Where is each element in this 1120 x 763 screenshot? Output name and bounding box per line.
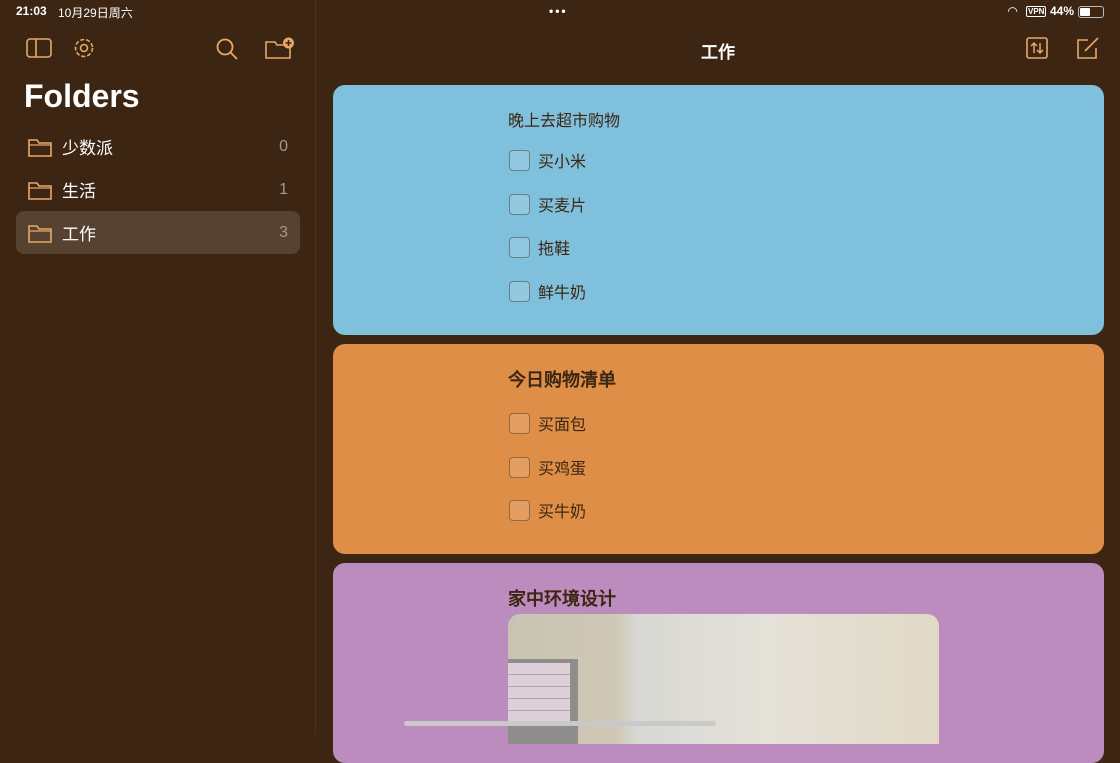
sidebar: Folders 少数派0 生活1 工作3	[0, 0, 316, 735]
note-title: 家中环境设计	[508, 585, 616, 611]
checkbox[interactable]	[509, 457, 530, 478]
compose-icon[interactable]	[1076, 36, 1100, 60]
checklist-item[interactable]: 买牛奶	[509, 498, 586, 522]
checklist-item[interactable]: 买鸡蛋	[509, 455, 586, 479]
multitask-dots-icon[interactable]: •••	[549, 4, 568, 18]
folder-item-work[interactable]: 工作3	[16, 211, 300, 254]
home-indicator[interactable]	[404, 721, 716, 726]
wifi-icon: ◠	[1008, 4, 1017, 18]
battery-icon	[1078, 6, 1104, 18]
note-title: 今日购物清单	[508, 366, 616, 392]
battery-percent: 44%	[1050, 4, 1074, 18]
header-title: 工作	[0, 38, 1120, 63]
checklist-item[interactable]: 买小米	[509, 148, 586, 172]
checklist-item[interactable]: 拖鞋	[509, 235, 570, 259]
checklist-item[interactable]: 鲜牛奶	[509, 279, 586, 303]
folder-icon	[28, 180, 52, 200]
sidebar-title: Folders	[24, 78, 140, 115]
note-card[interactable]: 今日购物清单 买面包 买鸡蛋 买牛奶	[333, 344, 1104, 554]
folder-item-shaoshupai[interactable]: 少数派0	[16, 125, 300, 168]
checkbox[interactable]	[509, 150, 530, 171]
folder-item-life[interactable]: 生活1	[16, 168, 300, 211]
checkbox[interactable]	[509, 237, 530, 258]
checkbox[interactable]	[509, 194, 530, 215]
checkbox[interactable]	[509, 413, 530, 434]
note-card[interactable]: 家中环境设计	[333, 563, 1104, 763]
checklist-item[interactable]: 买面包	[509, 411, 586, 435]
vpn-badge: VPN	[1026, 6, 1046, 17]
note-title: 晚上去超市购物	[508, 107, 620, 131]
checkbox[interactable]	[509, 281, 530, 302]
checkbox[interactable]	[509, 500, 530, 521]
folder-icon	[28, 223, 52, 243]
sort-icon[interactable]	[1026, 37, 1048, 59]
note-card[interactable]: 晚上去超市购物 买小米 买麦片 拖鞋 鲜牛奶	[333, 85, 1104, 335]
folder-icon	[28, 137, 52, 157]
checklist-item[interactable]: 买麦片	[509, 192, 586, 216]
